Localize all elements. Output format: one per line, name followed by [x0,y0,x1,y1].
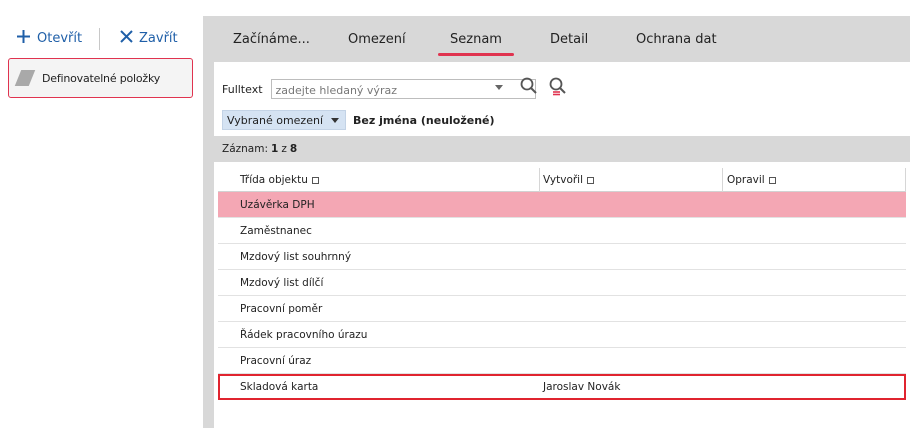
search-icon [520,77,537,94]
record-total: 8 [289,143,298,155]
table-row-highlighted[interactable]: Skladová karta Jaroslav Novák [218,374,906,400]
column-divider[interactable] [539,168,540,192]
x-icon [120,29,133,47]
cell-trida: Mzdový list souhrnný [240,251,352,263]
plus-icon [16,29,31,48]
toolbar-separator [99,28,100,50]
column-header-opravil[interactable]: Opravil [727,174,776,186]
column-filter-icon[interactable] [768,176,776,184]
right-pane: Začínáme... Omezení Seznam Detail Ochran… [203,16,910,428]
record-of: z [281,143,287,155]
column-filter-icon[interactable] [587,176,595,184]
fulltext-row: Fulltext [222,78,536,100]
open-button[interactable]: Otevřít [16,27,82,49]
cell-trida: Mzdový list dílčí [240,277,324,289]
cell-trida: Zaměstnanec [240,225,312,237]
search-button[interactable] [518,75,542,99]
tab-bar: Začínáme... Omezení Seznam Detail Ochran… [203,16,910,62]
tab-seznam[interactable]: Seznam [438,32,514,56]
data-grid: Třída objektu Vytvořil Opravil Uzávěrka … [218,168,906,400]
filter-name: Bez jména (neuložené) [353,113,495,127]
column-header-trida[interactable]: Třída objektu [240,174,319,186]
record-label: Záznam: [222,143,268,155]
cell-vytvoril: Jaroslav Novák [543,381,621,393]
search-clear-icon [549,77,566,96]
close-button[interactable]: Zavřít [120,27,178,49]
cell-trida: Pracovní úraz [240,355,312,367]
left-toolbar: Otevřít Zavřít [0,0,203,58]
filter-select[interactable]: Vybrané omezení [222,110,347,130]
table-row[interactable]: Řádek pracovního úrazu [218,322,906,348]
app-window: Otevřít Zavřít Definovatelné položky Zač… [0,0,910,428]
sidebar-item-definable-fields[interactable]: Definovatelné položky [8,58,193,98]
cell-trida: Uzávěrka DPH [240,199,315,211]
parallelogram-icon [14,70,36,86]
list-content: Fulltext Vybrané omezení Bez jména (neul… [214,62,910,428]
table-row[interactable]: Mzdový list dílčí [218,270,906,296]
tab-ochrana-dat[interactable]: Ochrana dat [636,32,717,47]
record-count-bar: Záznam: 1 z 8 [214,136,910,162]
sidebar-item-label: Definovatelné položky [42,71,161,85]
left-pane: Otevřít Zavřít Definovatelné položky [0,0,203,428]
close-button-label: Zavřít [139,30,178,46]
fulltext-label: Fulltext [222,82,263,96]
tab-detail[interactable]: Detail [550,32,588,47]
fulltext-dropdown-icon[interactable] [495,85,503,90]
column-filter-icon[interactable] [311,176,319,184]
table-row[interactable]: Mzdový list souhrnný [218,244,906,270]
column-header-vytvoril[interactable]: Vytvořil [543,174,595,186]
table-row[interactable]: Pracovní úraz [218,348,906,374]
table-row[interactable]: Pracovní poměr [218,296,906,322]
cell-trida: Skladová karta [240,381,319,393]
search-clear-button[interactable] [547,75,571,99]
open-button-label: Otevřít [37,30,83,46]
grid-header: Třída objektu Vytvořil Opravil [218,168,906,192]
cell-trida: Řádek pracovního úrazu [240,329,368,341]
filter-select-value: Vybrané omezení [227,113,324,127]
chevron-down-icon [331,117,340,123]
record-current: 1 [271,143,279,155]
tab-omezeni[interactable]: Omezení [348,32,406,47]
filter-row: Vybrané omezení Bez jména (neuložené) [222,110,495,130]
tab-zaciname[interactable]: Začínáme... [233,32,310,47]
table-row[interactable]: Zaměstnanec [218,218,906,244]
column-divider[interactable] [722,168,723,192]
column-divider[interactable] [905,168,906,192]
cell-trida: Pracovní poměr [240,303,323,315]
table-row[interactable]: Uzávěrka DPH [218,192,906,218]
